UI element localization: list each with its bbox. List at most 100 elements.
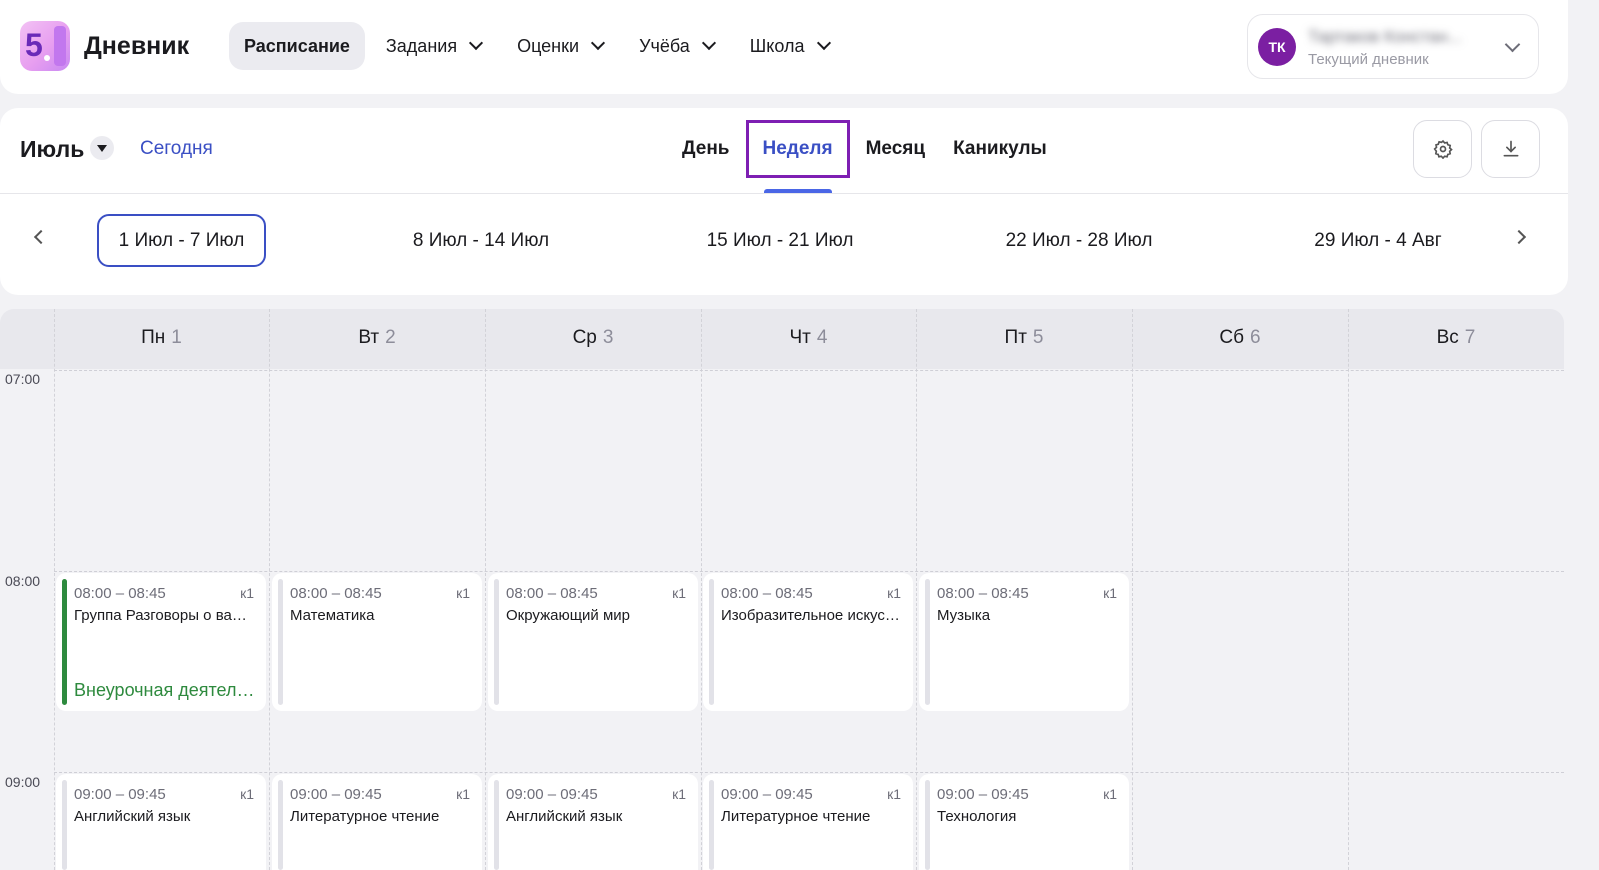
chevron-down-icon	[590, 35, 606, 51]
chevron-down-icon	[1504, 36, 1521, 53]
lesson-accent-bar	[278, 780, 283, 870]
lesson-subject: Английский язык	[74, 808, 191, 825]
lesson-time: 08:00 – 08:45	[74, 585, 166, 602]
day-header-wed: Ср 3	[485, 327, 701, 349]
day-header-thu: Чт 4	[701, 327, 916, 349]
lesson-room: к1	[240, 786, 254, 802]
lesson-time: 08:00 – 08:45	[506, 585, 598, 602]
lesson-card[interactable]: 09:00 – 09:45 к1 Английский язык	[56, 774, 266, 870]
grid-column-line	[1348, 309, 1349, 870]
lesson-room: к1	[887, 786, 901, 802]
app-header: 5 Дневник Расписание Задания Оценки Учёб…	[0, 0, 1568, 94]
main-nav: Расписание Задания Оценки Учёба Школа	[229, 22, 850, 70]
lesson-card[interactable]: 09:00 – 09:45 к1 Литературное чтение	[272, 774, 482, 870]
day-name: Пн	[141, 327, 166, 348]
week-item[interactable]: 15 Июл - 21 Июл	[688, 214, 872, 267]
profile-subtitle: Текущий дневник	[1308, 51, 1429, 68]
lesson-room: к1	[887, 585, 901, 601]
lesson-room: к1	[1103, 786, 1117, 802]
logo-digit: 5	[25, 27, 43, 63]
schedule-toolbar: Июль Сегодня День Неделя Месяц Каникулы …	[0, 108, 1568, 295]
grid-hour-line	[54, 370, 1564, 371]
lesson-time: 08:00 – 08:45	[721, 585, 813, 602]
nav-item-school[interactable]: Школа	[735, 22, 844, 70]
day-name: Ср	[572, 327, 597, 348]
day-header-tue: Вт 2	[269, 327, 485, 349]
day-number: 4	[816, 327, 828, 348]
grid-hour-line	[54, 571, 1564, 572]
time-label: 08:00	[5, 573, 41, 589]
lesson-room: к1	[672, 786, 686, 802]
lesson-card[interactable]: 08:00 – 08:45 к1 Математика	[272, 573, 482, 711]
time-label: 07:00	[5, 371, 41, 387]
nav-item-study[interactable]: Учёба	[624, 22, 729, 70]
tab-month[interactable]: Месяц	[852, 120, 939, 178]
day-header-sun: Вс 7	[1348, 327, 1564, 349]
week-item[interactable]: 29 Июл - 4 Авг	[1293, 214, 1463, 267]
today-link[interactable]: Сегодня	[140, 138, 213, 160]
lesson-card[interactable]: 09:00 – 09:45 к1 Английский язык	[488, 774, 698, 870]
download-button[interactable]	[1481, 120, 1540, 178]
lesson-subject: Литературное чтение	[721, 808, 871, 825]
month-dropdown-icon[interactable]	[90, 136, 114, 160]
lesson-subject: Литературное чтение	[290, 808, 440, 825]
day-header-fri: Пт 5	[916, 327, 1132, 349]
chevron-right-icon[interactable]	[1511, 229, 1527, 245]
lesson-card[interactable]: 08:00 – 08:45 к1 Окружающий мир	[488, 573, 698, 711]
lesson-kind: Внеурочная деятельность	[74, 680, 256, 700]
app-logo[interactable]: 5	[20, 21, 70, 71]
month-title: Июль	[20, 136, 85, 162]
day-name: Вт	[358, 327, 380, 348]
day-number: 5	[1032, 327, 1044, 348]
lesson-accent-bar	[494, 780, 499, 870]
lesson-subject: Окружающий мир	[506, 607, 630, 624]
download-icon	[1503, 140, 1518, 157]
lesson-room: к1	[672, 585, 686, 601]
nav-item-schedule[interactable]: Расписание	[229, 22, 365, 70]
lesson-accent-bar	[925, 579, 930, 705]
tab-holidays[interactable]: Каникулы	[939, 120, 1061, 178]
nav-item-label: Оценки	[517, 35, 580, 56]
nav-item-label: Расписание	[244, 35, 350, 56]
grid-column-line	[701, 309, 702, 870]
lesson-card[interactable]: 08:00 – 08:45 к1 Изобразительное искусст…	[703, 573, 913, 711]
chevron-left-icon[interactable]	[33, 229, 49, 245]
nav-item-label: Задания	[385, 35, 458, 56]
profile-switcher[interactable]: ТК Тартаков Констан... Текущий дневник	[1247, 14, 1539, 79]
lesson-subject: Технология	[937, 808, 1017, 825]
day-number: 2	[385, 327, 396, 348]
lesson-accent-bar	[709, 579, 714, 705]
lesson-card[interactable]: 09:00 – 09:45 к1 Технология	[919, 774, 1129, 870]
week-item[interactable]: 1 Июл - 7 Июл	[97, 214, 266, 267]
logo-strip	[54, 26, 66, 66]
view-tabs: День Неделя Месяц Каникулы	[668, 120, 1061, 194]
grid-column-line	[916, 309, 917, 870]
lesson-subject: Английский язык	[506, 808, 623, 825]
chevron-down-icon	[816, 35, 831, 51]
lesson-room: к1	[456, 786, 470, 802]
settings-button[interactable]	[1413, 120, 1472, 178]
day-header-mon: Пн 1	[54, 327, 269, 349]
nav-item-tasks[interactable]: Задания	[371, 22, 496, 70]
day-number: 3	[602, 327, 614, 348]
lesson-card[interactable]: 08:00 – 08:45 к1 Группа Разговоры о важн…	[56, 573, 266, 711]
profile-name: Тартаков Констан...	[1308, 27, 1462, 46]
lesson-time: 09:00 – 09:45	[721, 786, 813, 803]
lesson-time: 08:00 – 08:45	[937, 585, 1029, 602]
tab-week[interactable]: Неделя	[745, 120, 850, 194]
tab-day[interactable]: День	[668, 120, 744, 178]
lesson-accent-bar	[925, 780, 930, 870]
nav-item-grades[interactable]: Оценки	[502, 22, 618, 70]
time-label: 09:00	[5, 774, 41, 790]
lesson-card[interactable]: 08:00 – 08:45 к1 Музыка	[919, 573, 1129, 711]
gear-icon	[1433, 139, 1453, 159]
week-item[interactable]: 22 Июл - 28 Июл	[985, 214, 1173, 267]
week-item[interactable]: 8 Июл - 14 Июл	[390, 214, 572, 267]
lesson-time: 09:00 – 09:45	[937, 786, 1029, 803]
chevron-down-icon	[701, 35, 716, 51]
lesson-room: к1	[1103, 585, 1117, 601]
day-header-sat: Сб 6	[1132, 327, 1348, 349]
chevron-down-icon	[468, 35, 484, 51]
lesson-card[interactable]: 09:00 – 09:45 к1 Литературное чтение	[703, 774, 913, 870]
grid-column-line	[54, 309, 55, 870]
